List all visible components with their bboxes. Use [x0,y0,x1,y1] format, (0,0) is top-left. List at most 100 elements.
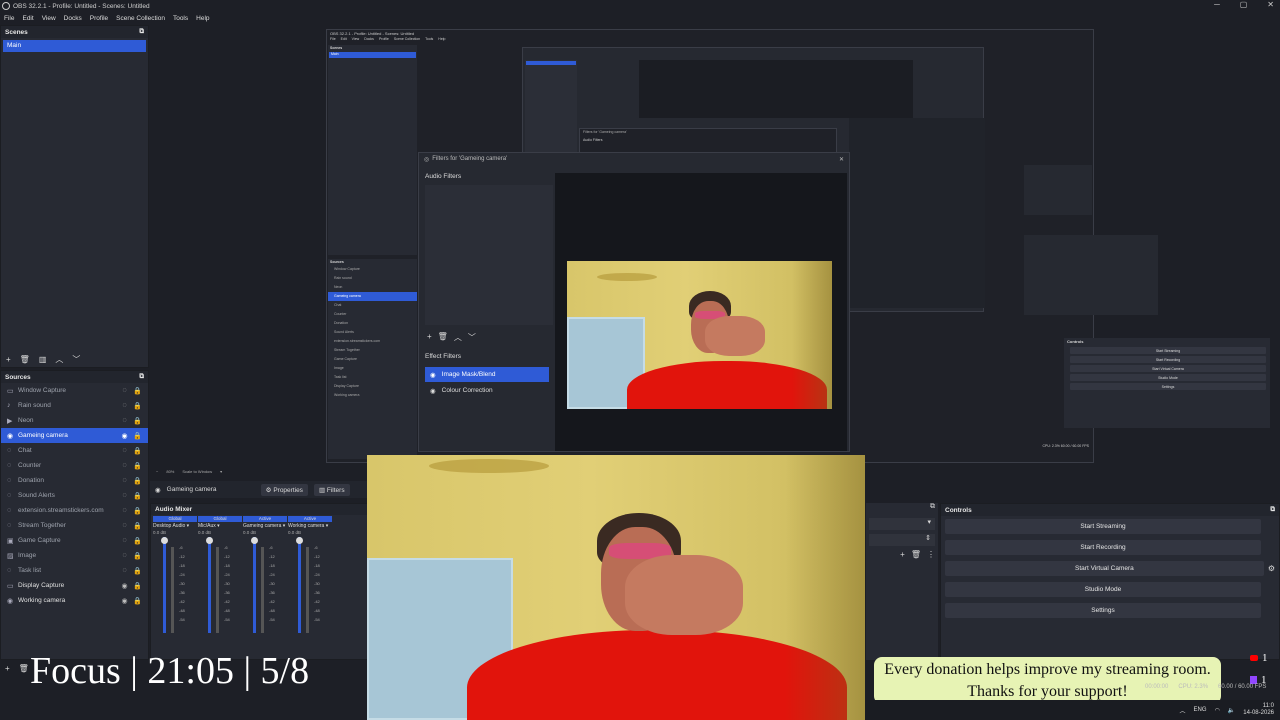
menu-tools[interactable]: Tools [173,15,188,22]
add-scene-icon[interactable]: + [6,355,11,364]
source-item[interactable]: ◉ Working camera ◉ 🔒 [1,593,148,608]
close-button[interactable]: ✕ [1267,0,1274,9]
volume-slider[interactable] [253,537,256,633]
lock-icon[interactable]: 🔒 [131,537,144,545]
gear-icon[interactable]: ⚙ [1268,564,1275,573]
menu-help[interactable]: Help [196,15,209,22]
remove-icon[interactable]: 🗑 [911,550,921,559]
source-item[interactable]: ◌ extension.streamstickers.com ◌ 🔒 [1,503,148,518]
source-item[interactable]: ◌ Counter ◌ 🔒 [1,458,148,473]
source-item[interactable]: ◌ Task list ◌ 🔒 [1,563,148,578]
eye-icon[interactable]: ◉ [430,387,436,395]
dock-undock-icon[interactable]: ⧉ [1270,506,1275,514]
lock-icon[interactable]: 🔒 [131,462,144,470]
add-filter-icon[interactable]: + [427,332,432,343]
eye-off-icon[interactable]: ◌ [118,567,131,574]
start-recording-button[interactable]: Start Recording [945,540,1261,555]
lock-icon[interactable]: 🔒 [131,597,144,605]
eye-off-icon[interactable]: ◌ [118,537,131,544]
eye-off-icon[interactable]: ◌ [118,462,131,469]
eye-off-icon[interactable]: ◌ [118,447,131,454]
start-streaming-button[interactable]: Start Streaming [945,519,1261,534]
volume-handle[interactable] [251,537,258,544]
lock-icon[interactable]: 🔒 [131,447,144,455]
source-item[interactable]: ◌ Sound Alerts ◌ 🔒 [1,488,148,503]
menu-edit[interactable]: Edit [22,15,33,22]
move-down-icon[interactable]: ﹀ [72,354,80,365]
more-icon[interactable]: ⋮ [927,550,935,559]
lock-icon[interactable]: 🔒 [131,552,144,560]
effect-filter-colour-correction[interactable]: ◉ Colour Correction [425,383,549,398]
volume-slider[interactable] [298,537,301,633]
scene-filters-icon[interactable]: ▥ [39,355,47,364]
volume-icon[interactable]: 🔈 [1228,707,1235,714]
source-item[interactable]: ▨ Image ◌ 🔒 [1,548,148,563]
chevron-down-icon[interactable]: ▾ [216,523,220,529]
eye-off-icon[interactable]: ◌ [118,507,131,514]
lock-icon[interactable]: 🔒 [131,417,144,425]
transition-select[interactable]: ▾ [869,518,935,530]
menu-docks[interactable]: Docks [64,15,82,22]
chevron-up-icon[interactable]: ︿ [1180,706,1186,715]
volume-slider[interactable] [163,537,166,633]
source-item[interactable]: ▭ Display Capture ◉ 🔒 [1,578,148,593]
scene-item-main[interactable]: Main [3,40,146,52]
filters-button[interactable]: ▥ Filters [313,483,350,496]
lock-icon[interactable]: 🔒 [131,582,144,590]
eye-icon[interactable]: ◉ [118,597,131,605]
eye-off-icon[interactable]: ◌ [118,387,131,394]
volume-handle[interactable] [296,537,303,544]
dock-undock-icon[interactable]: ⧉ [139,28,144,36]
remove-source-icon[interactable]: 🗑 [19,664,29,673]
settings-button[interactable]: Settings [945,603,1261,618]
move-down-icon[interactable]: ﹀ [468,332,476,343]
eye-off-icon[interactable]: ◌ [118,522,131,529]
start-virtual-camera-button[interactable]: Start Virtual Camera [945,561,1264,576]
move-up-icon[interactable]: ︿ [454,332,462,343]
eye-off-icon[interactable]: ◌ [118,552,131,559]
menu-file[interactable]: File [4,15,14,22]
source-item[interactable]: ▶ Neon ◌ 🔒 [1,413,148,428]
studio-mode-button[interactable]: Studio Mode [945,582,1261,597]
audio-filters-list[interactable] [425,185,553,325]
lock-icon[interactable]: 🔒 [131,402,144,410]
chevron-down-icon[interactable]: ▾ [185,523,190,529]
chevron-down-icon[interactable]: ▾ [324,523,329,529]
chevron-down-icon[interactable]: ▾ [281,523,286,529]
eye-icon[interactable]: ◉ [118,582,131,590]
remove-scene-icon[interactable]: 🗑 [20,355,30,364]
lock-icon[interactable]: 🔒 [131,477,144,485]
eye-off-icon[interactable]: ◌ [118,402,131,409]
duration-spinner[interactable]: ⇕ [869,534,935,546]
volume-handle[interactable] [206,537,213,544]
source-item[interactable]: ◌ Donation ◌ 🔒 [1,473,148,488]
menu-scene-collection[interactable]: Scene Collection [116,15,165,22]
menu-profile[interactable]: Profile [90,15,108,22]
source-item[interactable]: ◉ Gameing camera ◉ 🔒 [1,428,148,443]
dock-undock-icon[interactable]: ⧉ [139,373,144,381]
lock-icon[interactable]: 🔒 [131,492,144,500]
maximize-button[interactable]: ▢ [1240,0,1248,9]
move-up-icon[interactable]: ︿ [55,354,63,365]
add-source-icon[interactable]: + [5,664,10,673]
lock-icon[interactable]: 🔒 [131,522,144,530]
source-item[interactable]: ◌ Chat ◌ 🔒 [1,443,148,458]
taskbar-clock[interactable]: 11:0 14-08-2026 [1243,703,1274,717]
dialog-close-icon[interactable]: ✕ [839,156,844,163]
wifi-icon[interactable]: ◠ [1215,707,1220,714]
effect-filter-image-mask[interactable]: ◉ Image Mask/Blend [425,367,549,382]
add-icon[interactable]: + [900,550,905,559]
lock-icon[interactable]: 🔒 [131,567,144,575]
eye-icon[interactable]: ◉ [430,371,436,379]
properties-button[interactable]: ⚙ Properties [260,483,308,496]
dock-undock-icon[interactable]: ⧉ [866,503,938,514]
eye-off-icon[interactable]: ◌ [118,477,131,484]
language-indicator[interactable]: ENG [1194,707,1207,713]
volume-slider[interactable] [208,537,211,633]
remove-filter-icon[interactable]: 🗑 [438,332,448,343]
source-item[interactable]: ♪ Rain sound ◌ 🔒 [1,398,148,413]
source-item[interactable]: ▣ Game Capture ◌ 🔒 [1,533,148,548]
minimize-button[interactable]: ─ [1214,0,1220,9]
eye-off-icon[interactable]: ◌ [118,492,131,499]
menu-view[interactable]: View [42,15,56,22]
